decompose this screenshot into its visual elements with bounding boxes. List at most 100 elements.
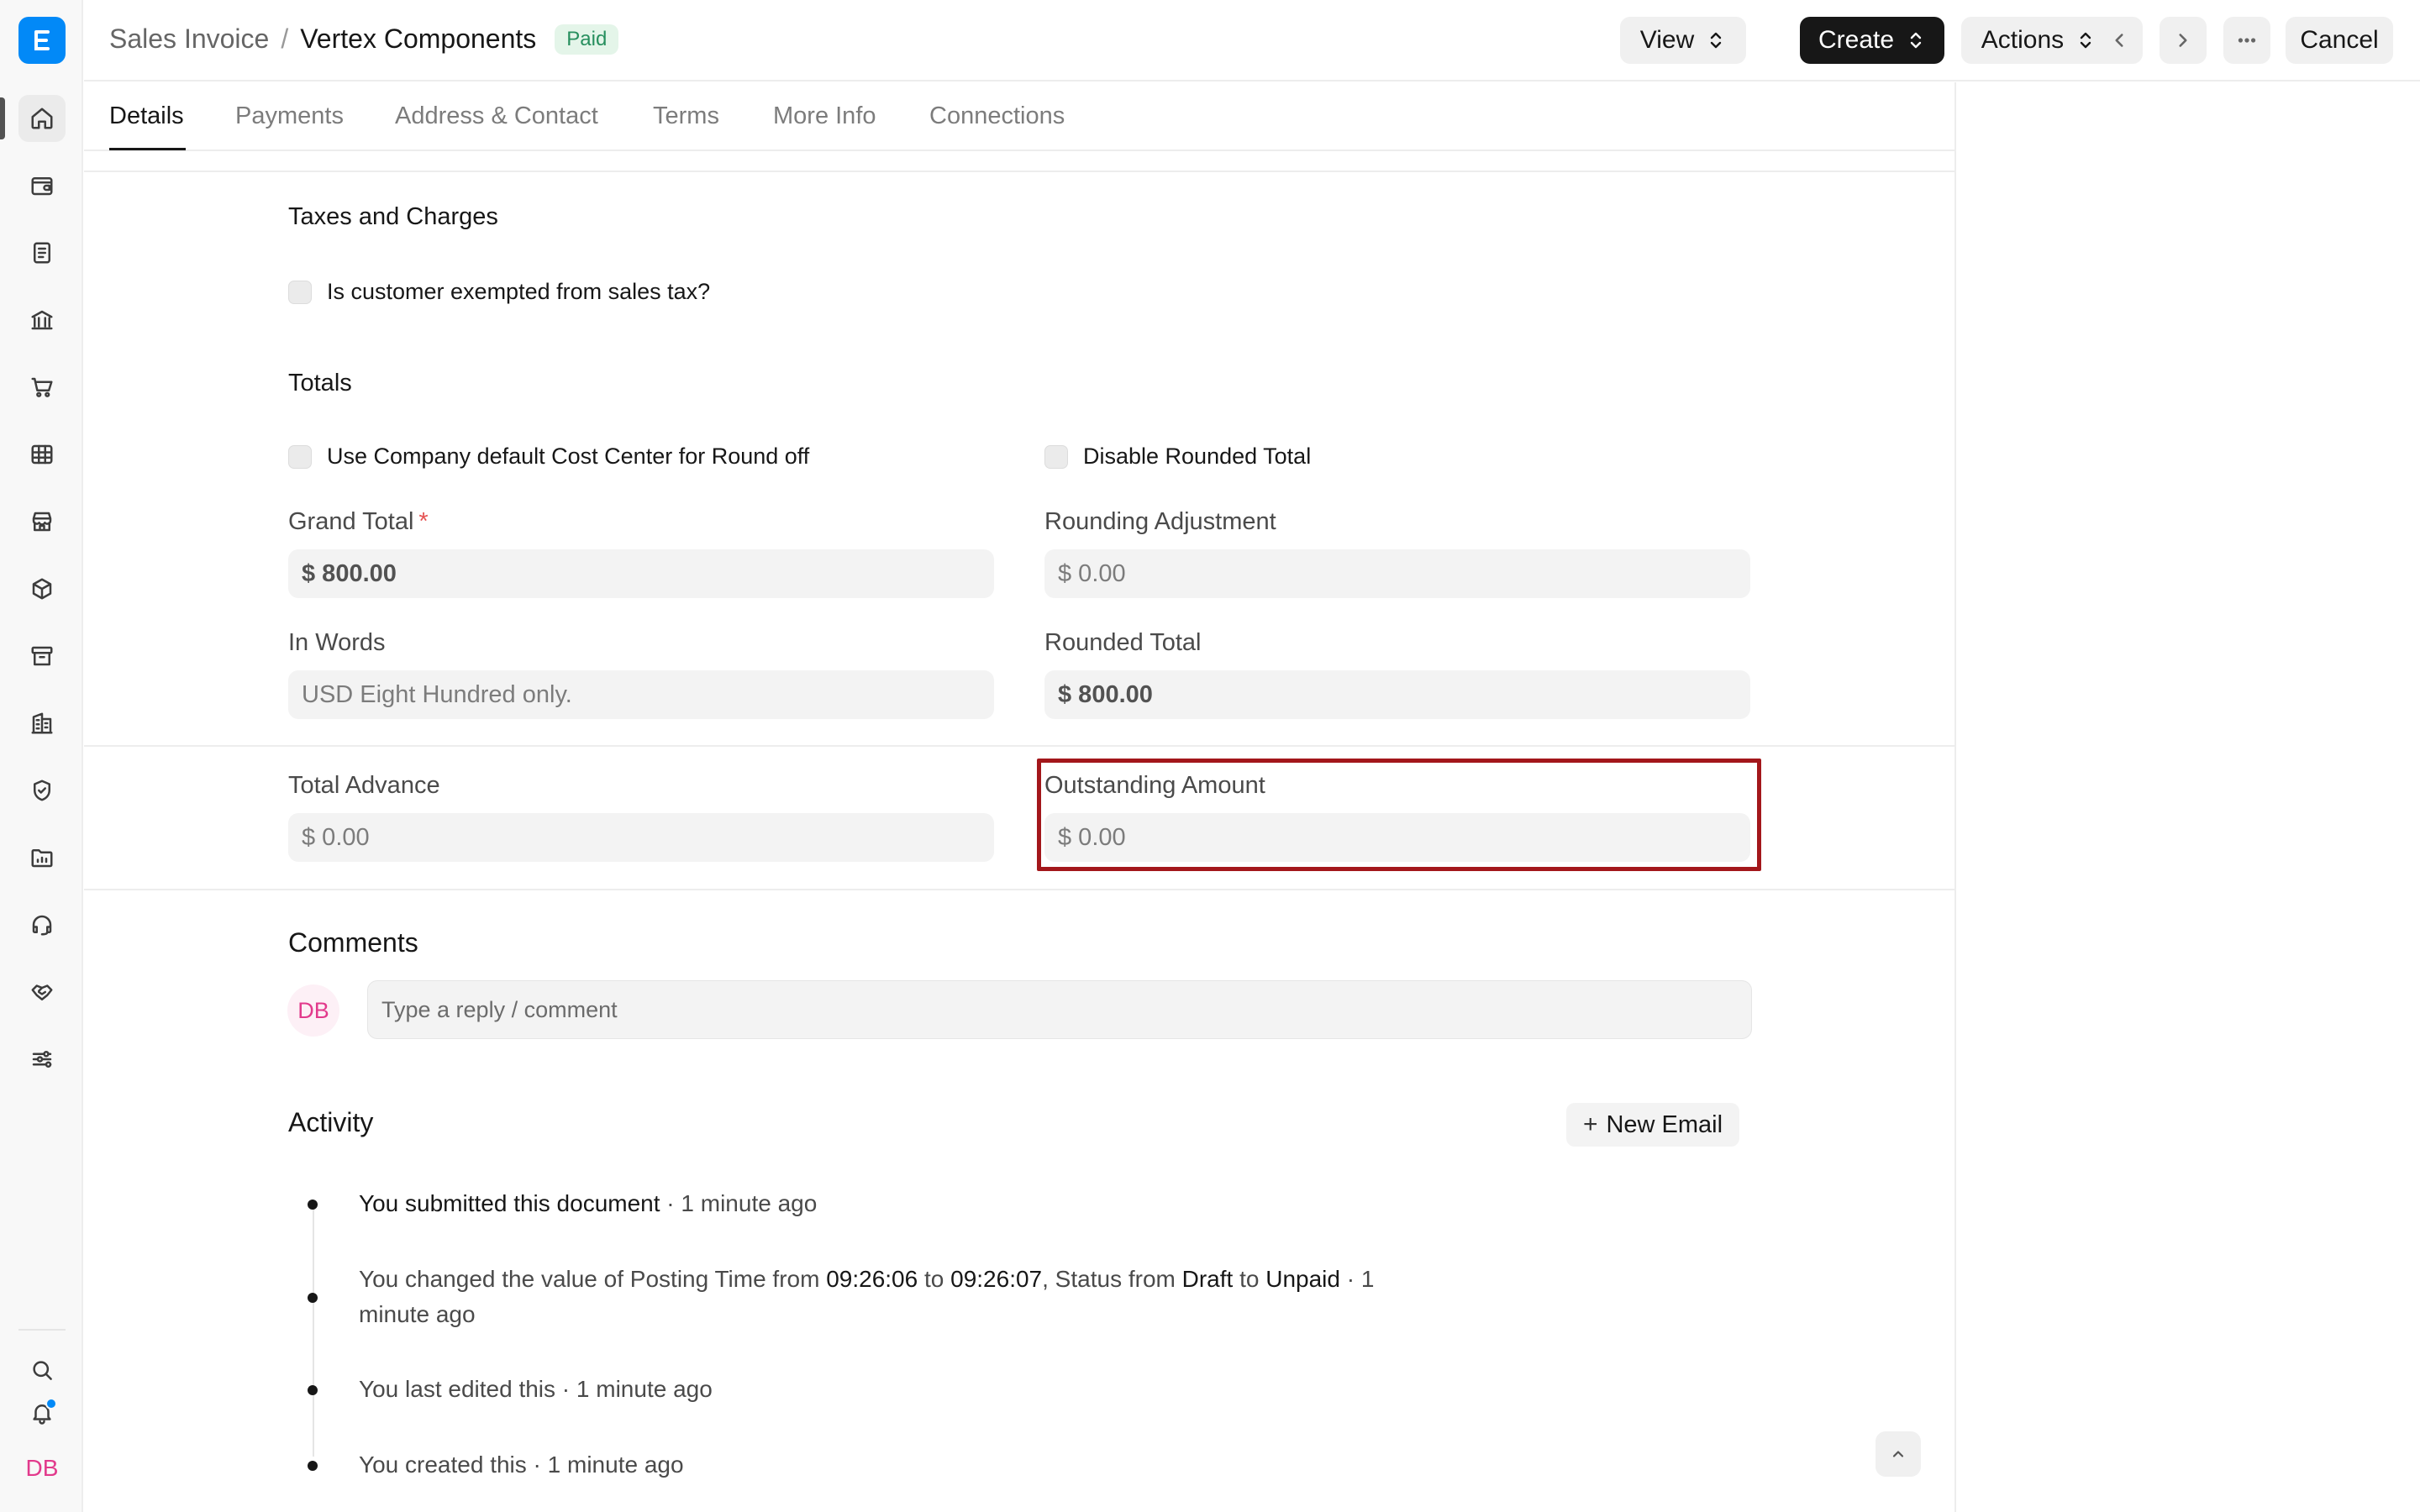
sliders-icon[interactable] xyxy=(18,1036,66,1083)
exempt-tax-checkbox-row[interactable]: Is customer exempted from sales tax? xyxy=(288,279,710,305)
activity-text: You changed the value of Posting Time fr… xyxy=(359,1266,827,1292)
breadcrumb-sales-invoice[interactable]: Sales Invoice xyxy=(109,24,269,55)
chevron-left-icon xyxy=(2115,34,2123,47)
section-divider xyxy=(84,889,1954,890)
cancel-button-label: Cancel xyxy=(2300,26,2379,54)
grand-total-label-text: Grand Total xyxy=(288,508,414,535)
disable-rounded-total-checkbox[interactable] xyxy=(1044,444,1068,469)
rounded-total-field[interactable]: $ 800.00 xyxy=(1044,670,1750,719)
active-tab-underline xyxy=(109,148,186,150)
tab-details[interactable]: Details xyxy=(109,102,184,130)
grand-total-field[interactable]: $ 800.00 xyxy=(288,549,994,598)
new-email-button[interactable]: + New Email xyxy=(1566,1103,1739,1147)
rounded-total-label: Rounded Total xyxy=(1044,629,1202,656)
activity-item: You last edited this · 1 minute ago xyxy=(359,1376,713,1402)
bank-icon[interactable] xyxy=(18,297,66,344)
headset-icon[interactable] xyxy=(18,901,66,948)
create-button[interactable]: Create xyxy=(1800,17,1944,64)
activity-text: to xyxy=(1233,1266,1266,1292)
more-horizontal-icon xyxy=(2238,38,2256,43)
exempt-tax-label: Is customer exempted from sales tax? xyxy=(327,279,711,304)
wallet-icon[interactable] xyxy=(18,162,66,209)
tab-payments[interactable]: Payments xyxy=(235,102,344,130)
comments-title: Comments xyxy=(288,927,418,958)
activity-strong-text: You submitted this document xyxy=(359,1190,660,1216)
previous-record-button[interactable] xyxy=(2096,17,2143,64)
actions-button[interactable]: Actions xyxy=(1961,17,2116,64)
home-icon[interactable] xyxy=(18,95,66,142)
erpnext-logo-icon[interactable] xyxy=(18,17,66,64)
active-indicator xyxy=(0,97,5,139)
use-cost-center-checkbox[interactable] xyxy=(288,444,312,469)
exempt-tax-checkbox[interactable] xyxy=(288,280,312,304)
activity-new-value: 09:26:07 xyxy=(950,1266,1043,1292)
rounding-adjustment-label: Rounding Adjustment xyxy=(1044,508,1276,535)
create-button-label: Create xyxy=(1818,26,1895,54)
shield-icon[interactable] xyxy=(18,767,66,814)
bell-icon[interactable] xyxy=(18,1389,66,1436)
outstanding-amount-highlight xyxy=(1037,759,1761,871)
search-icon[interactable] xyxy=(18,1347,66,1394)
taxes-section-title: Taxes and Charges xyxy=(288,203,498,230)
handshake-icon[interactable] xyxy=(18,969,66,1016)
activity-old-value: Draft xyxy=(1181,1266,1234,1292)
chevron-up-icon xyxy=(1892,1451,1904,1457)
grand-total-label: Grand Total * xyxy=(288,508,429,536)
document-icon[interactable] xyxy=(18,229,66,276)
activity-item: You created this · 1 minute ago xyxy=(359,1452,684,1478)
breadcrumb: Sales Invoice / Vertex Components Paid xyxy=(109,24,619,55)
user-avatar[interactable]: DB xyxy=(18,1445,66,1492)
notification-dot xyxy=(45,1398,57,1410)
timeline-dot xyxy=(308,1293,318,1303)
chevron-up-down-icon xyxy=(1910,32,1922,49)
archive-icon[interactable] xyxy=(18,633,66,680)
tab-address-contact[interactable]: Address & Contact xyxy=(395,102,598,130)
disable-rounded-total-row[interactable]: Disable Rounded Total xyxy=(1044,444,1311,470)
total-advance-field[interactable]: $ 0.00 xyxy=(288,813,994,862)
total-advance-label: Total Advance xyxy=(288,772,440,799)
sidebar: DB xyxy=(0,0,83,1512)
folder-chart-icon[interactable] xyxy=(18,834,66,881)
activity-item: You changed the value of Posting Time fr… xyxy=(359,1262,1451,1332)
table-icon[interactable] xyxy=(18,431,66,478)
chevron-up-down-icon xyxy=(1711,32,1722,49)
in-words-field[interactable]: USD Eight Hundred only. xyxy=(288,670,994,719)
more-options-button[interactable] xyxy=(2223,17,2270,64)
section-divider xyxy=(84,171,1954,172)
activity-text: to xyxy=(918,1266,951,1292)
rounding-adjustment-field[interactable]: $ 0.00 xyxy=(1044,549,1750,598)
comment-avatar: DB xyxy=(287,984,339,1037)
next-record-button[interactable] xyxy=(2160,17,2207,64)
timeline-dot xyxy=(308,1385,318,1395)
cart-icon[interactable] xyxy=(18,364,66,411)
activity-title: Activity xyxy=(288,1107,374,1137)
package-icon[interactable] xyxy=(18,565,66,612)
store-icon[interactable] xyxy=(18,498,66,545)
breadcrumb-separator: / xyxy=(281,24,289,54)
required-marker: * xyxy=(418,508,429,535)
scroll-to-top-button[interactable] xyxy=(1876,1431,1921,1477)
sidebar-divider xyxy=(18,1329,66,1331)
activity-old-value: 09:26:06 xyxy=(826,1266,918,1292)
use-cost-center-row[interactable]: Use Company default Cost Center for Roun… xyxy=(288,444,809,470)
view-button[interactable]: View xyxy=(1620,17,1746,64)
activity-item: You submitted this document · 1 minute a… xyxy=(359,1186,817,1221)
timeline-dot xyxy=(308,1461,318,1471)
timeline-dot xyxy=(308,1200,318,1210)
tab-terms[interactable]: Terms xyxy=(653,102,719,130)
comment-input[interactable]: Type a reply / comment xyxy=(367,980,1752,1039)
activity-time: · 1 minute ago xyxy=(660,1190,818,1216)
tab-more-info[interactable]: More Info xyxy=(773,102,876,130)
tab-connections[interactable]: Connections xyxy=(929,102,1065,130)
use-cost-center-label: Use Company default Cost Center for Roun… xyxy=(327,444,810,469)
actions-button-label: Actions xyxy=(1981,26,2065,54)
building-icon[interactable] xyxy=(18,700,66,747)
main-panel-border xyxy=(1954,82,1956,1512)
chevron-right-icon xyxy=(2179,34,2187,47)
activity-timeline-line xyxy=(313,1205,314,1457)
status-badge: Paid xyxy=(555,24,619,55)
disable-rounded-total-label: Disable Rounded Total xyxy=(1083,444,1312,469)
cancel-button[interactable]: Cancel xyxy=(2286,17,2393,64)
in-words-label: In Words xyxy=(288,629,386,656)
plus-icon: + xyxy=(1582,1110,1598,1138)
